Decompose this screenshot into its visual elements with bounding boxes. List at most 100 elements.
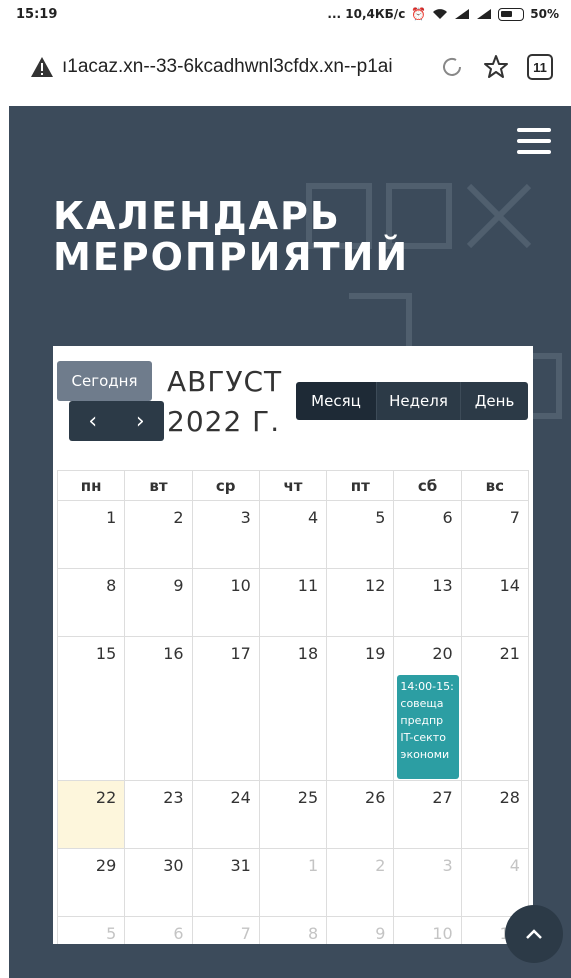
menu-icon[interactable] xyxy=(517,128,551,154)
day-cell[interactable]: 16 xyxy=(125,637,193,781)
day-number[interactable]: 4 xyxy=(510,856,520,875)
day-cell[interactable]: 19 xyxy=(327,637,395,781)
day-number[interactable]: 11 xyxy=(298,576,318,595)
day-number[interactable]: 28 xyxy=(500,788,520,807)
day-cell[interactable]: 7 xyxy=(193,917,260,944)
day-number[interactable]: 15 xyxy=(96,644,116,663)
day-number[interactable]: 18 xyxy=(298,644,318,663)
page-title-line2: МЕРОПРИЯТИЙ xyxy=(53,235,410,279)
day-cell[interactable]: 3 xyxy=(394,849,462,917)
url-field[interactable]: ı1acaz.xn--33-6kcadhwnl3cfdx.xn--p1ai xyxy=(62,56,421,78)
day-cell[interactable]: 31 xyxy=(192,849,260,917)
scroll-to-top-button[interactable] xyxy=(505,905,563,963)
day-number[interactable]: 4 xyxy=(308,508,318,527)
day-cell[interactable]: 6 xyxy=(125,917,193,944)
day-number[interactable]: 27 xyxy=(432,788,452,807)
view-day-button[interactable]: День xyxy=(460,382,528,420)
prev-month-button[interactable]: ‹ xyxy=(69,401,117,441)
day-cell[interactable]: 25 xyxy=(259,781,328,849)
day-number[interactable]: 22 xyxy=(96,788,116,807)
view-switcher: Месяц Неделя День xyxy=(296,382,528,420)
day-cell[interactable]: 28 xyxy=(461,781,529,849)
day-number[interactable]: 5 xyxy=(106,924,116,943)
day-cell[interactable]: 20 14:00-15: совеща предпр IT-секто экономи xyxy=(394,637,462,781)
day-cell[interactable]: 2 xyxy=(327,849,395,917)
day-cell[interactable]: 26 xyxy=(327,781,395,849)
day-cell[interactable]: 21 xyxy=(461,637,529,781)
day-number[interactable]: 9 xyxy=(173,576,183,595)
day-number[interactable]: 10 xyxy=(432,924,452,943)
day-cell[interactable]: 27 xyxy=(394,781,462,849)
day-cell[interactable]: 9 xyxy=(327,917,395,944)
day-number[interactable]: 1 xyxy=(106,508,116,527)
day-cell[interactable]: 18 xyxy=(259,637,328,781)
day-cell[interactable]: 8 xyxy=(260,917,328,944)
day-number[interactable]: 8 xyxy=(308,924,318,943)
day-cell[interactable]: 7 xyxy=(461,501,529,569)
day-number[interactable]: 3 xyxy=(241,508,251,527)
calendar-event[interactable]: 14:00-15: совеща предпр IT-секто экономи xyxy=(397,675,459,779)
day-cell[interactable]: 10 xyxy=(394,917,462,944)
bookmark-star-icon[interactable] xyxy=(483,54,509,80)
day-cell[interactable]: 30 xyxy=(125,849,193,917)
day-number[interactable]: 17 xyxy=(230,644,250,663)
day-number[interactable]: 19 xyxy=(365,644,385,663)
day-number[interactable]: 2 xyxy=(173,508,183,527)
reload-icon[interactable] xyxy=(439,54,465,80)
day-cell[interactable]: 2 xyxy=(125,501,193,569)
day-number[interactable]: 6 xyxy=(173,924,183,943)
day-cell[interactable]: 4 xyxy=(259,501,328,569)
day-cell[interactable]: 11 xyxy=(259,569,328,637)
day-number[interactable]: 8 xyxy=(106,576,116,595)
day-number[interactable]: 1 xyxy=(308,856,318,875)
day-cell[interactable]: 5 xyxy=(327,501,395,569)
day-cell-today[interactable]: 22 xyxy=(58,781,126,849)
day-cell[interactable]: 10 xyxy=(192,569,260,637)
day-number[interactable]: 9 xyxy=(375,924,385,943)
day-cell[interactable]: 23 xyxy=(125,781,193,849)
day-cell[interactable]: 3 xyxy=(192,501,260,569)
day-cell[interactable]: 5 xyxy=(58,917,126,944)
day-number[interactable]: 16 xyxy=(163,644,183,663)
day-number[interactable]: 30 xyxy=(163,856,183,875)
day-cell[interactable]: 8 xyxy=(58,569,126,637)
day-cell[interactable]: 17 xyxy=(192,637,260,781)
day-number[interactable]: 5 xyxy=(375,508,385,527)
day-cell[interactable]: 1 xyxy=(58,501,126,569)
day-number[interactable]: 3 xyxy=(443,856,453,875)
day-cell[interactable]: 1 xyxy=(259,849,328,917)
day-cell[interactable]: 15 xyxy=(58,637,126,781)
day-number[interactable]: 14 xyxy=(500,576,520,595)
day-number[interactable]: 31 xyxy=(230,856,250,875)
day-cell[interactable]: 4 xyxy=(461,849,529,917)
day-number[interactable]: 6 xyxy=(443,508,453,527)
day-number[interactable]: 7 xyxy=(510,508,520,527)
day-cell[interactable]: 24 xyxy=(192,781,260,849)
day-number[interactable]: 21 xyxy=(500,644,520,663)
day-number[interactable]: 7 xyxy=(241,924,251,943)
view-month-button[interactable]: Месяц xyxy=(296,382,376,420)
day-number[interactable]: 25 xyxy=(298,788,318,807)
today-button[interactable]: Сегодня xyxy=(57,361,152,401)
signal-icon xyxy=(455,9,470,19)
view-week-button[interactable]: Неделя xyxy=(376,382,460,420)
day-number[interactable]: 24 xyxy=(230,788,250,807)
day-number[interactable]: 13 xyxy=(432,576,452,595)
tabs-button[interactable]: 11 xyxy=(527,54,553,80)
day-number[interactable]: 20 xyxy=(432,644,452,663)
day-cell[interactable]: 29 xyxy=(58,849,126,917)
day-number[interactable]: 2 xyxy=(375,856,385,875)
day-number[interactable]: 23 xyxy=(163,788,183,807)
day-number[interactable]: 29 xyxy=(96,856,116,875)
next-month-button[interactable]: › xyxy=(117,401,165,441)
day-cell[interactable]: 9 xyxy=(125,569,193,637)
day-number[interactable]: 12 xyxy=(365,576,385,595)
day-number[interactable]: 10 xyxy=(230,576,250,595)
page-title-line1: КАЛЕНДАРЬ xyxy=(53,194,341,238)
warning-icon[interactable] xyxy=(30,56,54,78)
day-cell[interactable]: 12 xyxy=(327,569,395,637)
day-number[interactable]: 26 xyxy=(365,788,385,807)
day-cell[interactable]: 13 xyxy=(394,569,462,637)
day-cell[interactable]: 6 xyxy=(394,501,462,569)
day-cell[interactable]: 14 xyxy=(461,569,529,637)
